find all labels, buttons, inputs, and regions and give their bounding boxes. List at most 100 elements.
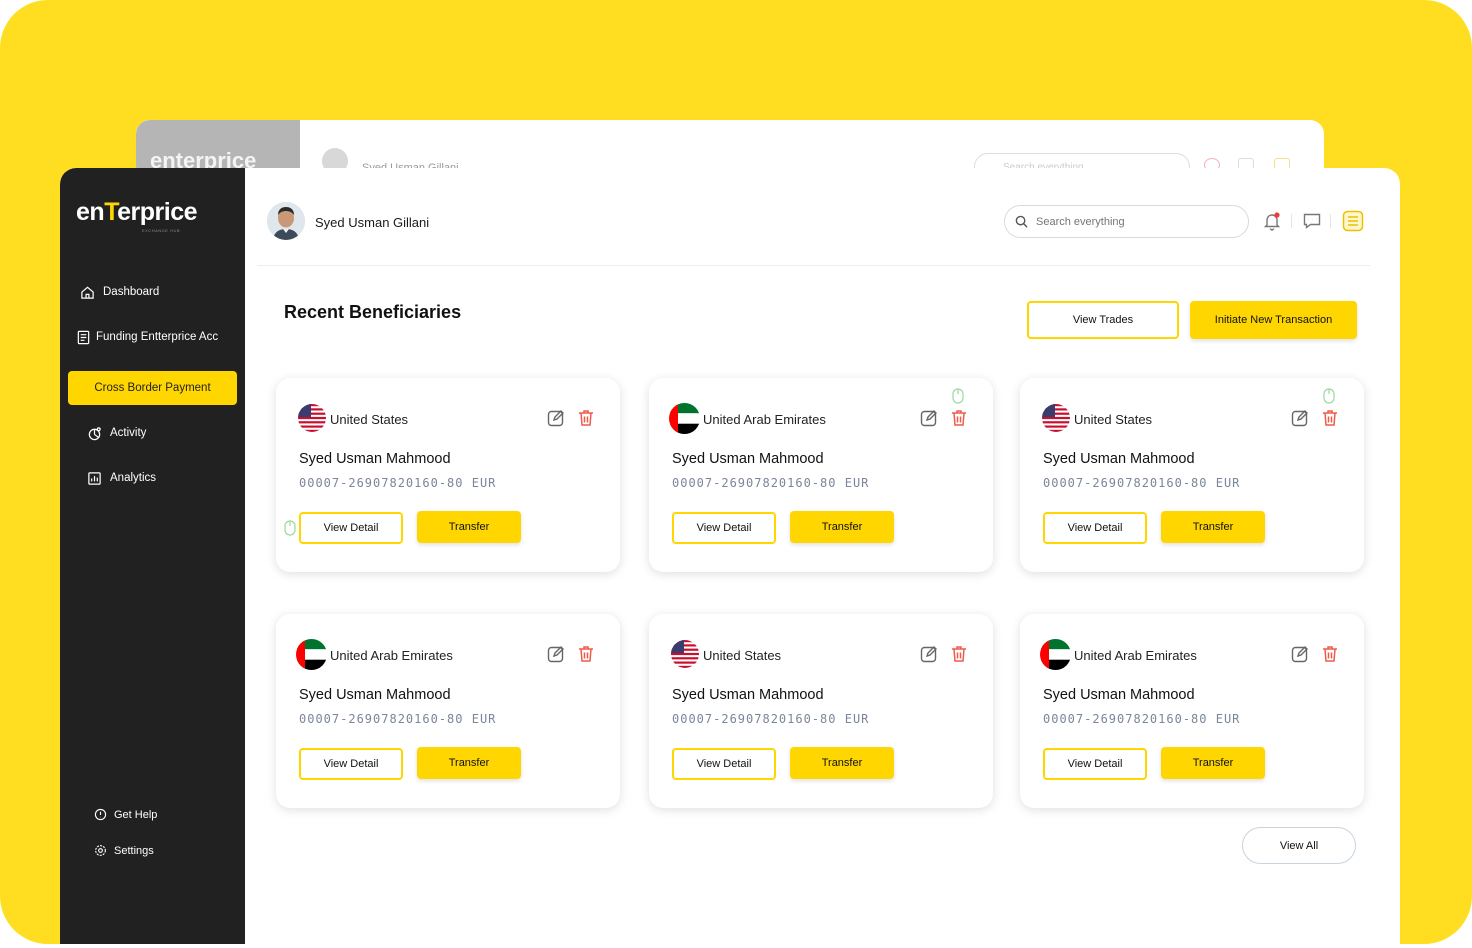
user-name: Syed Usman Gillani <box>315 215 430 230</box>
view-detail-button[interactable]: View Detail <box>1043 512 1147 544</box>
view-detail-button[interactable]: View Detail <box>672 748 776 780</box>
logo-text-post: erprice <box>117 198 197 226</box>
view-detail-button[interactable]: View Detail <box>299 748 403 780</box>
help-icon <box>94 808 107 821</box>
sidebar-settings[interactable]: Settings <box>94 844 154 857</box>
logo-tagline: EXCHANGE HUB <box>142 228 181 233</box>
messages-button[interactable] <box>1301 210 1323 232</box>
account-number: 00007-26907820160-80 EUR <box>1043 476 1241 490</box>
view-detail-button[interactable]: View Detail <box>299 512 403 544</box>
search-icon <box>1015 215 1028 228</box>
app-window: enTerprice EXCHANGE HUB Dashboard Fundin… <box>60 168 1400 944</box>
sidebar-footer-label: Get Help <box>114 808 158 821</box>
logo-text-pre: en <box>76 198 105 226</box>
uae-flag-icon <box>1040 639 1071 670</box>
country-label: United States <box>703 648 782 663</box>
beneficiary-card: United Arab Emirates Syed Usman Mahmood … <box>276 614 620 808</box>
beneficiary-card: United States Syed Usman Mahmood 00007-2… <box>1020 378 1364 572</box>
menu-icon <box>1342 210 1364 232</box>
country-label: United States <box>330 412 409 427</box>
country-label: United Arab Emirates <box>330 648 453 663</box>
edit-icon[interactable] <box>546 408 566 428</box>
logo: enTerprice <box>76 198 197 227</box>
transfer-button[interactable]: Transfer <box>417 747 521 779</box>
avatar-photo <box>267 202 305 240</box>
beneficiary-card: United Arab Emirates Syed Usman Mahmood … <box>1020 614 1364 808</box>
edit-icon[interactable] <box>546 644 566 664</box>
avatar[interactable] <box>267 202 305 240</box>
sidebar-item-label: Cross Border Payment <box>94 382 211 394</box>
mouse-icon <box>952 388 964 404</box>
header-divider <box>1291 214 1292 228</box>
account-number: 00007-26907820160-80 EUR <box>299 476 497 490</box>
search-input[interactable] <box>1036 215 1226 228</box>
country-label: United Arab Emirates <box>1074 648 1197 663</box>
edit-icon[interactable] <box>919 644 939 664</box>
activity-icon <box>88 426 101 440</box>
top-header: Syed Usman Gillani <box>257 168 1370 266</box>
beneficiary-name: Syed Usman Mahmood <box>1043 451 1195 467</box>
sidebar-get-help[interactable]: Get Help <box>94 808 157 821</box>
transfer-button[interactable]: Transfer <box>417 511 521 543</box>
delete-icon[interactable] <box>949 644 969 664</box>
view-all-button[interactable]: View All <box>1242 827 1356 864</box>
menu-button[interactable] <box>1342 210 1364 232</box>
initiate-transaction-button[interactable]: Initiate New Transaction <box>1190 301 1357 339</box>
view-trades-button[interactable]: View Trades <box>1027 301 1179 339</box>
gear-icon <box>95 845 106 856</box>
beneficiary-name: Syed Usman Mahmood <box>672 451 824 467</box>
bell-icon <box>1263 212 1281 231</box>
account-number: 00007-26907820160-80 EUR <box>672 476 870 490</box>
sidebar-item-label: Activity <box>110 427 147 439</box>
edit-icon[interactable] <box>919 408 939 428</box>
beneficiary-card: United States Syed Usman Mahmood 00007-2… <box>276 378 620 572</box>
delete-icon[interactable] <box>949 408 969 428</box>
page-title: Recent Beneficiaries <box>284 302 462 322</box>
view-detail-button[interactable]: View Detail <box>1043 748 1147 780</box>
us-flag-icon <box>671 640 699 668</box>
mouse-icon <box>284 520 296 536</box>
transfer-button[interactable]: Transfer <box>790 747 894 779</box>
sidebar-item-label: Dashboard <box>103 286 160 298</box>
uae-flag-icon <box>669 403 700 434</box>
yellow-background: enterprice Syed Usman Gillani Search eve… <box>0 0 1472 944</box>
delete-icon[interactable] <box>1320 644 1340 664</box>
delete-icon[interactable] <box>1320 408 1340 428</box>
view-detail-button[interactable]: View Detail <box>672 512 776 544</box>
sidebar-item-label: Funding Entterprice Acc <box>96 331 219 343</box>
logo-accent: T <box>104 198 118 226</box>
country-label: United Arab Emirates <box>703 412 826 427</box>
beneficiary-name: Syed Usman Mahmood <box>299 451 451 467</box>
analytics-icon <box>88 471 101 485</box>
edit-icon[interactable] <box>1290 644 1310 664</box>
sidebar-item-analytics[interactable]: Analytics <box>87 466 156 490</box>
sidebar-footer-label: Settings <box>114 844 154 857</box>
sidebar-item-cross-border-payment[interactable]: Cross Border Payment <box>68 371 237 405</box>
notifications-button[interactable] <box>1261 210 1283 232</box>
search-bar[interactable] <box>1004 205 1249 238</box>
us-flag-icon <box>1042 404 1070 432</box>
edit-icon[interactable] <box>1290 408 1310 428</box>
delete-icon[interactable] <box>576 408 596 428</box>
sidebar: enTerprice EXCHANGE HUB Dashboard Fundin… <box>60 168 245 944</box>
transfer-button[interactable]: Transfer <box>790 511 894 543</box>
sidebar-item-dashboard[interactable]: Dashboard <box>80 280 159 304</box>
delete-icon[interactable] <box>576 644 596 664</box>
home-icon <box>81 286 94 299</box>
account-number: 00007-26907820160-80 EUR <box>1043 712 1241 726</box>
country-label: United States <box>1074 412 1153 427</box>
us-flag-icon <box>298 404 326 432</box>
beneficiary-card: United States Syed Usman Mahmood 00007-2… <box>649 614 993 808</box>
document-icon <box>77 330 90 344</box>
header-divider <box>1330 214 1331 228</box>
sidebar-item-funding[interactable]: Funding Entterprice Acc <box>76 325 218 349</box>
beneficiary-card: United Arab Emirates Syed Usman Mahmood … <box>649 378 993 572</box>
transfer-button[interactable]: Transfer <box>1161 747 1265 779</box>
sidebar-item-activity[interactable]: Activity <box>87 421 146 445</box>
uae-flag-icon <box>296 639 327 670</box>
account-number: 00007-26907820160-80 EUR <box>672 712 870 726</box>
chat-icon <box>1303 213 1321 229</box>
beneficiary-name: Syed Usman Mahmood <box>672 687 824 703</box>
transfer-button[interactable]: Transfer <box>1161 511 1265 543</box>
beneficiary-name: Syed Usman Mahmood <box>299 687 451 703</box>
